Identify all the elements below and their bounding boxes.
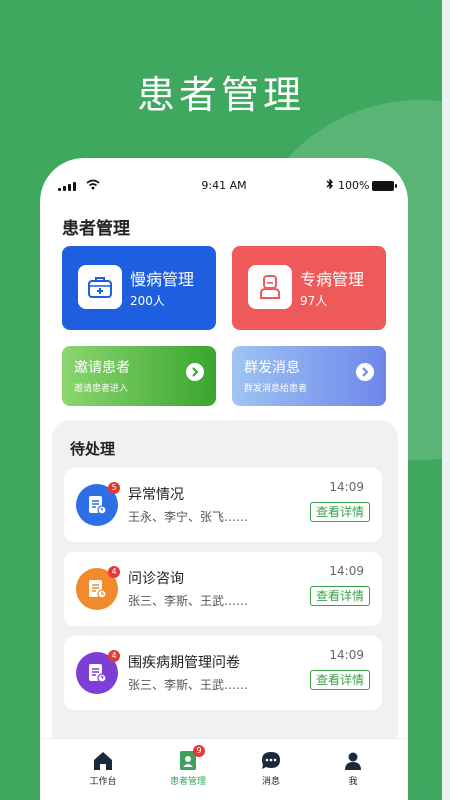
broadcast-message-card[interactable]: 群发消息 群发消息给患者 <box>232 346 386 406</box>
tab-badge: 9 <box>193 745 205 757</box>
user-icon <box>318 749 388 771</box>
pending-badge: 5 <box>108 482 120 494</box>
pending-item-names: 张三、李斯、王武…… <box>128 678 249 692</box>
pending-item-time: 14:09 <box>329 480 364 494</box>
phone-frame: 9:41 AM 100% 患者管理 慢病管理 200人 专病管理 97人 邀请患… <box>40 158 408 800</box>
view-details-button[interactable]: 查看详情 <box>309 586 370 606</box>
doctor-icon <box>248 265 292 309</box>
tab-label: 消息 <box>261 777 280 787</box>
battery-icon <box>372 181 397 191</box>
broadcast-card-title: 群发消息 <box>244 360 300 376</box>
special-disease-card[interactable]: 专病管理 97人 <box>232 246 386 330</box>
view-details-button[interactable]: 查看详情 <box>309 670 370 690</box>
medical-kit-icon <box>78 265 122 309</box>
status-bar: 9:41 AM 100% <box>40 178 408 194</box>
pending-item-questionnaire[interactable]: 4 围疾病期管理问卷 张三、李斯、王武…… 14:09 查看详情 <box>64 636 382 710</box>
tab-workbench[interactable]: 工作台 <box>68 749 138 787</box>
chronic-card-count: 200人 <box>130 294 165 308</box>
pending-item-title: 异常情况 <box>128 487 184 503</box>
tab-patient-management[interactable]: 9 患者管理 <box>153 745 223 787</box>
battery-percent: 100% <box>338 179 370 192</box>
chevron-right-icon[interactable] <box>186 363 204 381</box>
background-edge <box>442 0 450 800</box>
chronic-management-card[interactable]: 慢病管理 200人 <box>62 246 216 330</box>
tab-messages[interactable]: 消息 <box>236 749 306 787</box>
hero-title: 患者管理 <box>136 73 305 117</box>
bluetooth-icon <box>326 178 334 193</box>
message-icon <box>236 749 306 771</box>
broadcast-card-subtitle: 群发消息给患者 <box>244 384 308 394</box>
pending-item-names: 王永、李宁、张飞…… <box>128 510 249 524</box>
special-card-count: 97人 <box>300 294 328 308</box>
invite-card-subtitle: 邀请患者进入 <box>74 384 129 394</box>
tab-label: 工作台 <box>89 777 117 787</box>
view-details-button[interactable]: 查看详情 <box>309 502 370 522</box>
invite-patient-card[interactable]: 邀请患者 邀请患者进入 <box>62 346 216 406</box>
bottom-tab-bar: 工作台 9 患者管理 消息 我 <box>40 738 408 800</box>
tab-label: 我 <box>348 777 358 787</box>
pending-item-abnormal[interactable]: 5 异常情况 王永、李宁、张飞…… 14:09 查看详情 <box>64 468 382 542</box>
pending-title: 待处理 <box>70 440 116 458</box>
patient-icon: 9 <box>153 745 223 771</box>
pending-item-title: 问诊咨询 <box>128 571 184 587</box>
pending-item-consult[interactable]: 4 问诊咨询 张三、李斯、王武…… 14:09 查看详情 <box>64 552 382 626</box>
tab-me[interactable]: 我 <box>318 749 388 787</box>
chevron-right-icon[interactable] <box>356 363 374 381</box>
chronic-card-title: 慢病管理 <box>130 270 195 289</box>
page-title: 患者管理 <box>62 219 130 239</box>
special-card-title: 专病管理 <box>300 270 365 289</box>
pending-item-time: 14:09 <box>329 564 364 578</box>
home-icon <box>68 749 138 771</box>
pending-badge: 4 <box>108 566 120 578</box>
pending-item-title: 围疾病期管理问卷 <box>128 655 240 671</box>
invite-card-title: 邀请患者 <box>74 360 130 376</box>
pending-badge: 4 <box>108 650 120 662</box>
pending-section: 待处理 5 异常情况 王永、李宁、张飞…… 14:09 查看详情 4 问诊咨询 … <box>52 420 398 750</box>
tab-label: 患者管理 <box>169 777 206 787</box>
pending-item-time: 14:09 <box>329 648 364 662</box>
pending-item-names: 张三、李斯、王武…… <box>128 594 249 608</box>
